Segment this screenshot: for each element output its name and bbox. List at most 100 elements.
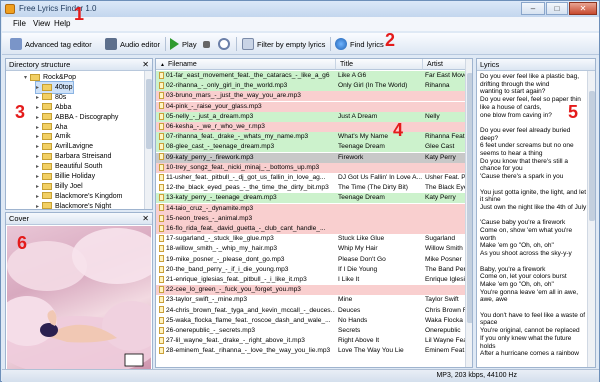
file-name-cell: 20-the_band_perry_-_if_i_die_young.mp3 bbox=[159, 265, 335, 275]
advanced-tag-editor-label: Advanced tag editor bbox=[25, 39, 92, 49]
lyrics-line: Just own the night like the 4th of July bbox=[480, 203, 587, 211]
file-row[interactable]: 21-enrique_iglesias_feat._pitbull_-_i_li… bbox=[156, 275, 466, 285]
file-name-cell: 10-trey_songz_feat._nicki_minaj_-_bottom… bbox=[159, 163, 335, 173]
file-row[interactable]: 06-kesha_-_we_r_who_we_r.mp3 bbox=[156, 122, 466, 132]
folder-icon bbox=[30, 73, 40, 81]
folder-icon bbox=[42, 192, 52, 200]
maximize-button[interactable]: □ bbox=[546, 2, 568, 15]
file-row[interactable]: 22-cee_lo_green_-_fuck_you_forget_you.mp… bbox=[156, 285, 466, 296]
file-name-text: 26-onerepublic_-_secrets.mp3 bbox=[166, 327, 256, 334]
file-name-cell: 11-usher_feat._pitbull_-_dj_got_us_falli… bbox=[159, 173, 335, 183]
cover-title-label: Cover bbox=[9, 214, 30, 223]
file-row[interactable]: 14-taio_cruz_-_dynamite.mp3 bbox=[156, 203, 466, 214]
tree-item-label: Blackmore's Kingdom bbox=[55, 192, 123, 200]
file-row[interactable]: 11-usher_feat._pitbull_-_dj_got_us_falli… bbox=[156, 173, 466, 183]
title-cell: Firework bbox=[338, 153, 364, 161]
file-name-cell: 16-flo_rida_feat._david_guetta_-_club_ca… bbox=[159, 224, 335, 234]
title-cell: Only Girl (In The World) bbox=[338, 82, 408, 90]
audio-file-icon bbox=[159, 112, 164, 120]
close-panel-icon[interactable]: ✕ bbox=[142, 213, 149, 225]
file-row[interactable]: 28-eminem_feat._rihanna_-_love_the_way_y… bbox=[156, 346, 466, 356]
file-row[interactable]: 27-lil_wayne_feat._drake_-_right_above_i… bbox=[156, 336, 466, 346]
file-row[interactable]: 25-waka_flocka_flame_feat._roscoe_dash_a… bbox=[156, 316, 466, 326]
title-cell: If I Die Young bbox=[338, 265, 378, 273]
artist-cell: Far East Move bbox=[425, 72, 465, 79]
lyrics-line: 'Cause there's a spark in you bbox=[480, 173, 564, 181]
marker-2: 2 bbox=[385, 30, 396, 50]
file-row[interactable]: 09-katy_perry_-_firework.mp3 Firework Katy… bbox=[156, 152, 466, 163]
lyrics-line: After a hurricane comes a rainbow bbox=[480, 350, 579, 358]
file-row[interactable]: 03-bruno_mars_-_just_the_way_you_are.mp3 bbox=[156, 91, 466, 102]
file-row[interactable]: 07-rihanna_feat._drake_-_whats_my_name.m… bbox=[156, 132, 466, 143]
menu-help[interactable]: Help bbox=[54, 19, 70, 28]
find-lyrics-button[interactable]: Find lyrics bbox=[335, 36, 384, 52]
directory-scrollbar[interactable] bbox=[144, 71, 152, 209]
options-button[interactable] bbox=[218, 36, 233, 52]
file-row[interactable]: 02-rihanna_-_only_girl_in_the_world.mp3 O… bbox=[156, 81, 466, 92]
folder-icon bbox=[42, 182, 52, 190]
play-button[interactable]: Play bbox=[170, 36, 197, 52]
artist-cell bbox=[425, 204, 465, 214]
file-name-text: 13-katy_perry_-_teenage_dream.mp3 bbox=[166, 194, 277, 202]
artist-cell: Glee Cast bbox=[425, 143, 455, 151]
file-name-text: 08-glee_cast_-_teenage_dream.mp3 bbox=[166, 143, 275, 151]
close-button[interactable]: ✕ bbox=[569, 2, 597, 15]
marker-5: 5 bbox=[568, 102, 579, 122]
file-row[interactable]: 20-the_band_perry_-_if_i_die_young.mp3 If… bbox=[156, 265, 466, 275]
file-row[interactable]: 08-glee_cast_-_teenage_dream.mp3 Teenage … bbox=[156, 142, 466, 153]
close-panel-icon[interactable]: ✕ bbox=[142, 59, 149, 71]
file-name-text: 15-neon_trees_-_animal.mp3 bbox=[166, 214, 253, 222]
play-icon bbox=[170, 38, 179, 50]
file-row[interactable]: 24-chris_brown_feat._tyga_and_kevin_mcca… bbox=[156, 306, 466, 316]
lyrics-line: As you shoot across the sky-y-y bbox=[480, 250, 572, 258]
column-artist[interactable]: Artist bbox=[423, 59, 466, 70]
advanced-tag-editor-button[interactable]: Advanced tag editor bbox=[10, 36, 92, 52]
title-bar[interactable]: Free Lyrics Finder 1.0 – □ ✕ bbox=[1, 1, 599, 17]
file-list-scrollbar[interactable] bbox=[465, 59, 472, 367]
artist-cell: Nelly bbox=[425, 112, 440, 120]
file-row[interactable]: 16-flo_rida_feat._david_guetta_-_club_ca… bbox=[156, 224, 466, 234]
audio-editor-button[interactable]: Audio editor bbox=[105, 36, 160, 52]
menu-file[interactable]: File bbox=[13, 19, 26, 28]
file-name-text: 16-flo_rida_feat._david_guetta_-_club_ca… bbox=[166, 225, 326, 232]
folder-icon bbox=[42, 113, 52, 121]
disc-icon bbox=[218, 38, 230, 50]
file-row[interactable]: 26-onerepublic_-_secrets.mp3 Secrets Onere… bbox=[156, 326, 466, 336]
file-name-text: 27-lil_wayne_feat._drake_-_right_above_i… bbox=[166, 337, 305, 345]
file-row[interactable]: 23-taylor_swift_-_mine.mp3 Mine Taylor Swi… bbox=[156, 295, 466, 305]
scroll-thumb[interactable] bbox=[589, 91, 595, 221]
audio-file-icon bbox=[159, 316, 164, 324]
file-row[interactable]: 15-neon_trees_-_animal.mp3 bbox=[156, 213, 466, 224]
file-row[interactable]: 13-katy_perry_-_teenage_dream.mp3 Teenage… bbox=[156, 193, 466, 204]
scroll-thumb[interactable] bbox=[467, 73, 472, 323]
file-row[interactable]: 01-far_east_movement_feat._the_cataracs_… bbox=[156, 71, 466, 81]
filter-empty-lyrics-button[interactable]: Filter by empty lyrics bbox=[242, 36, 325, 52]
artist-cell: Enrique Iglesi bbox=[425, 276, 465, 283]
audio-file-icon bbox=[159, 224, 164, 232]
menu-view[interactable]: View bbox=[33, 19, 50, 28]
file-row[interactable]: 18-willow_smith_-_whip_my_hair.mp3 Whip M… bbox=[156, 244, 466, 254]
title-cell bbox=[338, 224, 422, 234]
stop-button[interactable] bbox=[203, 36, 213, 52]
minimize-button[interactable]: – bbox=[521, 2, 545, 15]
artist-cell: Willow Smith bbox=[425, 245, 463, 253]
lyrics-scrollbar[interactable] bbox=[587, 71, 595, 367]
file-row[interactable]: 17-sugarland_-_stuck_like_glue.mp3 Stuck … bbox=[156, 234, 466, 244]
scroll-thumb[interactable] bbox=[146, 79, 152, 149]
file-name-text: 09-katy_perry_-_firework.mp3 bbox=[166, 153, 254, 161]
tree-item-label: AvrilLavigne bbox=[55, 143, 94, 151]
folder-icon bbox=[42, 162, 52, 170]
column-title[interactable]: Title bbox=[336, 59, 423, 70]
file-row[interactable]: 19-mike_posner_-_please_dont_go.mp3 Pleas… bbox=[156, 255, 466, 265]
file-name-text: 10-trey_songz_feat._nicki_minaj_-_bottom… bbox=[166, 163, 320, 171]
file-row[interactable]: 04-pink_-_raise_your_glass.mp3 bbox=[156, 101, 466, 112]
file-row[interactable]: 05-nelly_-_just_a_dream.mp3 Just A Dream N… bbox=[156, 111, 466, 122]
title-cell: Teenage Dream bbox=[338, 143, 385, 151]
lyrics-line: If you only knew what the future bbox=[480, 334, 572, 342]
tree-item[interactable]: ▸ Blackmore's Night bbox=[36, 201, 111, 209]
title-cell: I Like It bbox=[338, 276, 360, 283]
audio-file-icon bbox=[159, 132, 164, 140]
file-row[interactable]: 10-trey_songz_feat._nicki_minaj_-_bottom… bbox=[156, 162, 466, 173]
column-filename[interactable]: ▲ Filename bbox=[156, 59, 336, 70]
file-row[interactable]: 12-the_black_eyed_peas_-_the_time_the_di… bbox=[156, 183, 466, 193]
